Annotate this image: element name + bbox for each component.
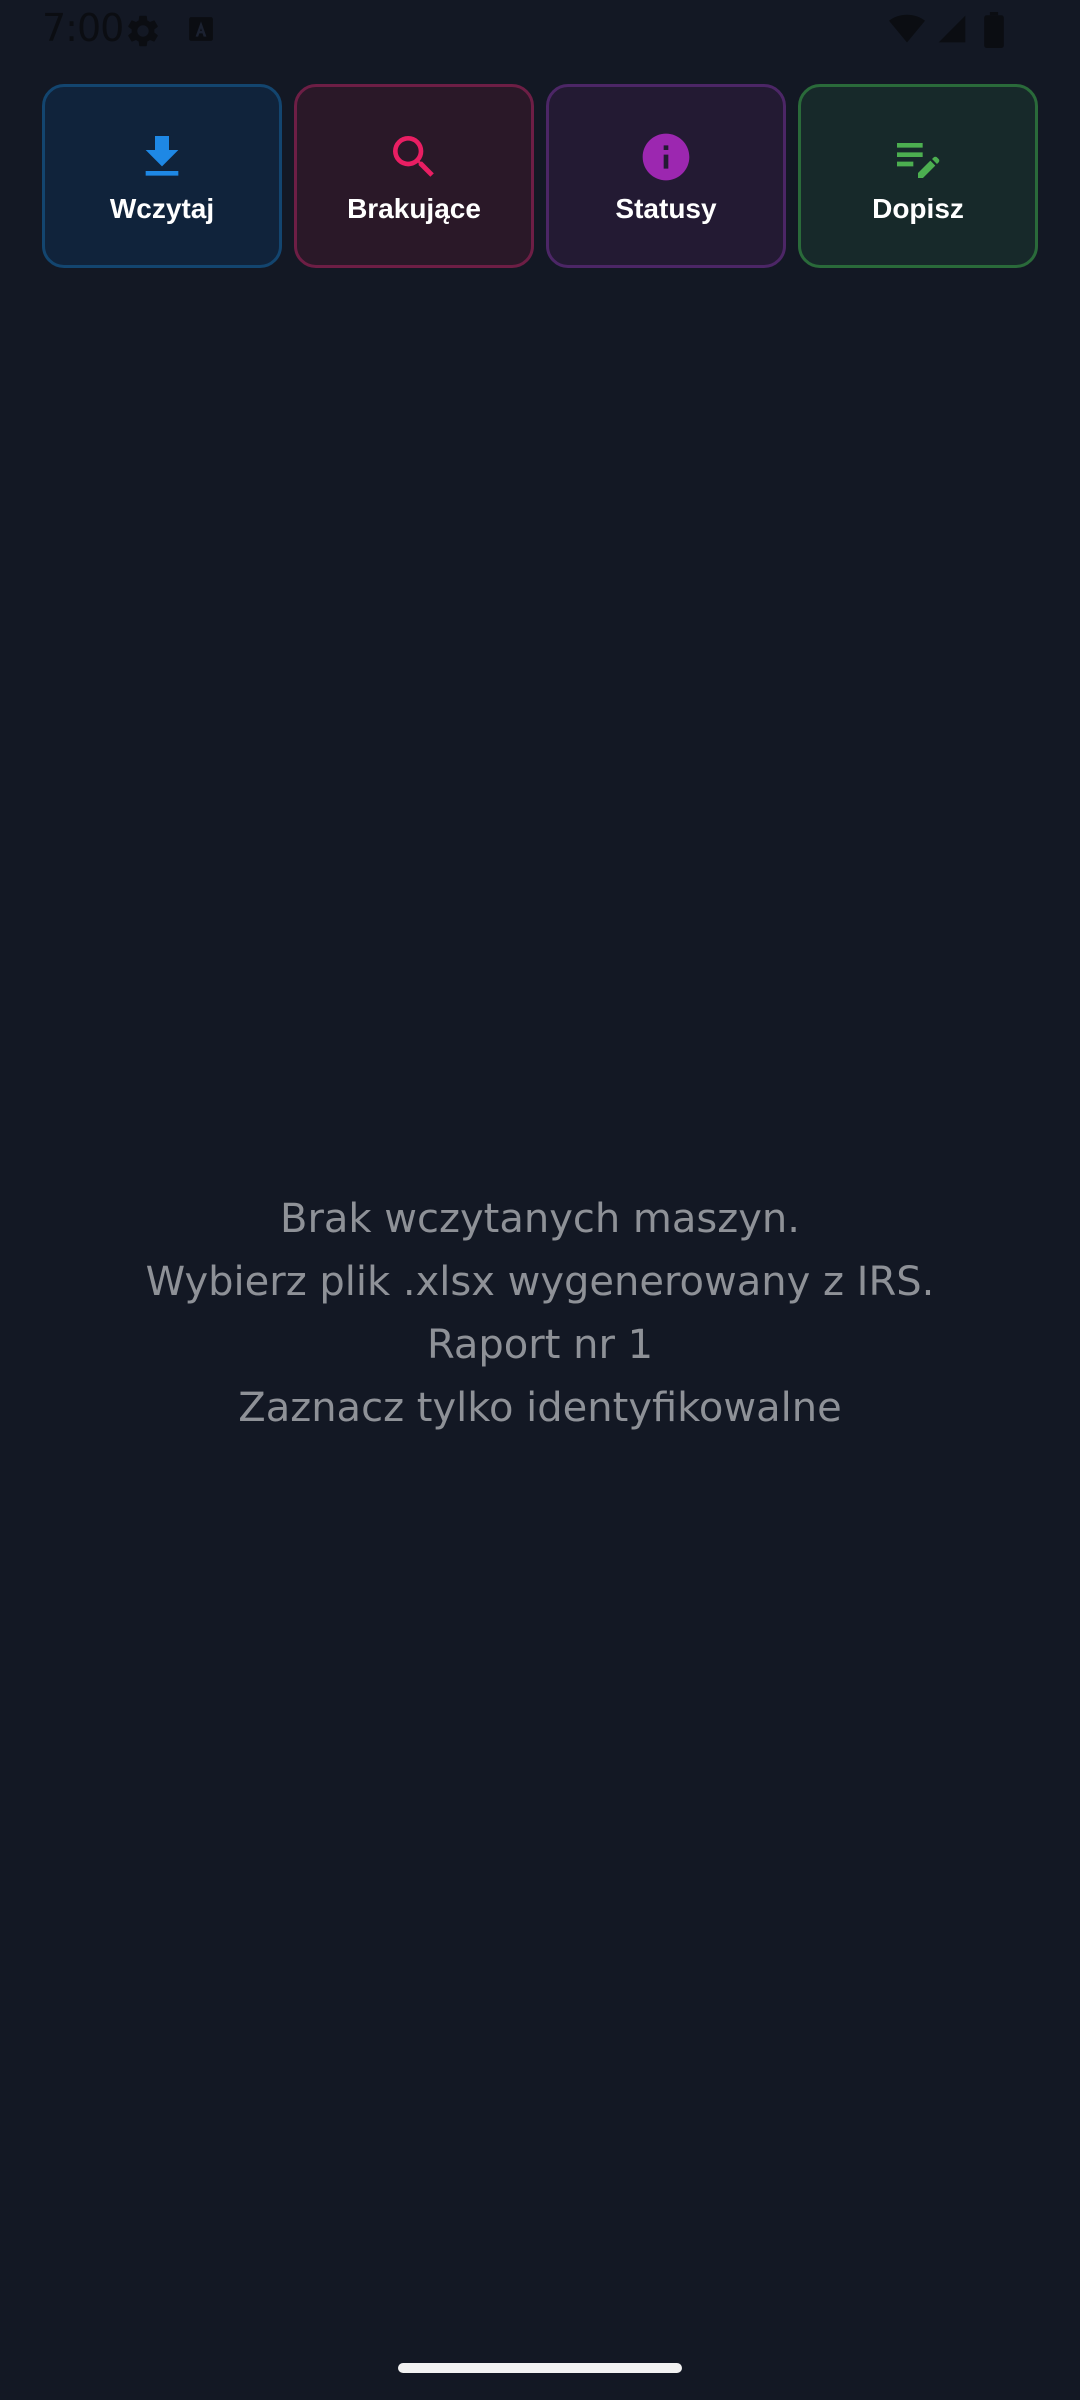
action-bar: Wczytaj Brakujące Statusy Dopisz <box>42 84 1038 268</box>
add-button[interactable]: Dopisz <box>798 84 1038 268</box>
load-button-label: Wczytaj <box>109 193 215 224</box>
gear-icon <box>128 15 158 47</box>
missing-button-label: Brakujące <box>347 193 481 224</box>
signal-icon <box>938 15 966 43</box>
statuses-button[interactable]: Statusy <box>546 84 786 268</box>
wifi-icon <box>889 14 925 43</box>
status-bar: 7:00 <box>0 0 1080 60</box>
empty-state-line-2: Wybierz plik .xlsx wygenerowany z IRS. <box>145 1259 935 1305</box>
download-icon <box>145 136 179 176</box>
info-icon <box>642 133 690 181</box>
empty-state-line-4: Zaznacz tylko identyfikowalne <box>238 1385 842 1431</box>
home-indicator[interactable] <box>398 2363 682 2373</box>
edit-list-icon <box>897 143 940 178</box>
search-icon <box>393 136 434 177</box>
battery-icon <box>984 12 1004 48</box>
load-button[interactable]: Wczytaj <box>42 84 282 268</box>
statuses-button-label: Statusy <box>615 193 717 224</box>
missing-button[interactable]: Brakujące <box>294 84 534 268</box>
add-button-label: Dopisz <box>872 193 964 224</box>
empty-state-line-3: Raport nr 1 <box>426 1322 654 1368</box>
empty-state-line-1: Brak wczytanych maszyn. <box>280 1196 800 1242</box>
empty-state-message: Brak wczytanych maszyn. Wybierz plik .xl… <box>0 1188 1080 1440</box>
status-time: 7:00 <box>42 6 124 50</box>
a-badge-icon <box>189 17 213 41</box>
